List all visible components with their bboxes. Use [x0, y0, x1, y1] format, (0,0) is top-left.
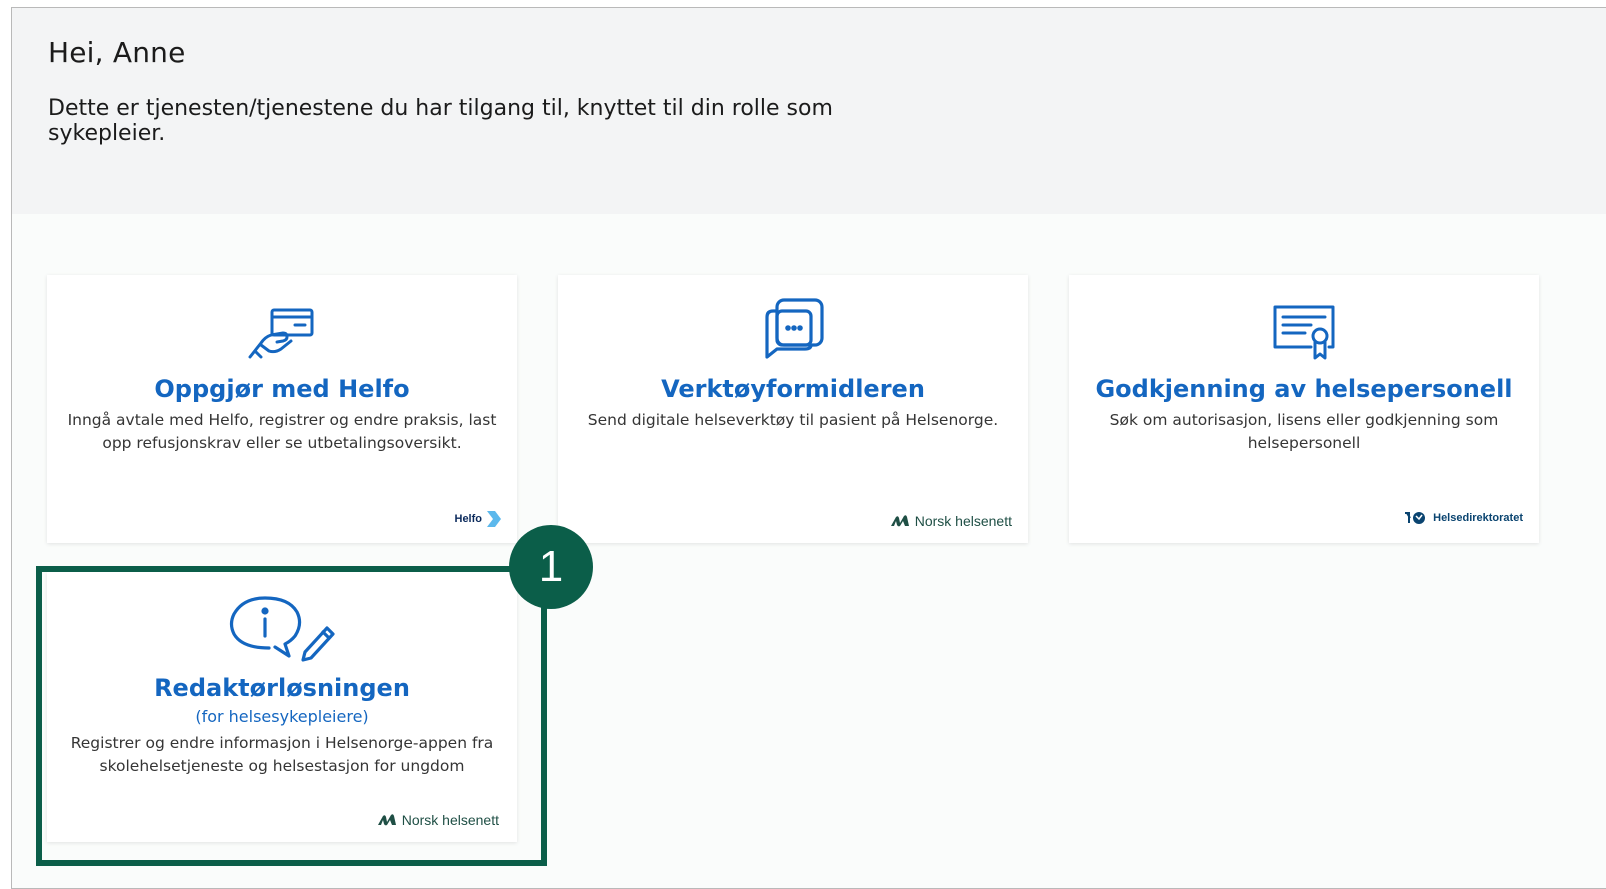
helfo-logo-text: Helfo — [454, 513, 483, 525]
greeting-heading: Hei, Anne — [48, 36, 186, 69]
card-title[interactable]: Verktøyformidleren — [558, 375, 1028, 403]
service-card-verktoyformidleren[interactable]: Verktøyformidleren Send digitale helseve… — [558, 275, 1028, 543]
card-title[interactable]: Godkjenning av helsepersonell — [1069, 375, 1539, 403]
card-title[interactable]: Oppgjør med Helfo — [47, 375, 517, 403]
intro-text: Dette er tjenesten/tjenestene du har til… — [48, 96, 833, 146]
service-card-helfo[interactable]: Oppgjør med Helfo Inngå avtale med Helfo… — [47, 275, 517, 543]
card-description: Send digitale helseverktøy til pasient p… — [587, 411, 999, 429]
card-description: Søk om autorisasjon, lisens eller godkje… — [1109, 411, 1499, 452]
annotation-highlight-box — [36, 566, 547, 866]
certificate-icon — [1271, 303, 1337, 361]
norsk-helsenett-logo: Norsk helsenett — [890, 513, 1012, 529]
chat-bubbles-icon — [761, 297, 825, 361]
helsedirektoratet-logo-text: Helsedirektoratet — [1433, 512, 1523, 524]
welcome-header: Hei, Anne Dette er tjenesten/tjenestene … — [12, 8, 1606, 214]
helfo-logo: Helfo — [454, 511, 501, 527]
norsk-helsenett-logo-text: Norsk helsenett — [914, 513, 1012, 529]
card-payment-icon — [247, 307, 317, 361]
card-description: Inngå avtale med Helfo, registrer og end… — [67, 411, 497, 452]
annotation-number-badge: 1 — [509, 525, 593, 609]
service-card-godkjenning[interactable]: Godkjenning av helsepersonell Søk om aut… — [1069, 275, 1539, 543]
helsedirektoratet-logo: Helsedirektoratet — [1404, 511, 1523, 525]
